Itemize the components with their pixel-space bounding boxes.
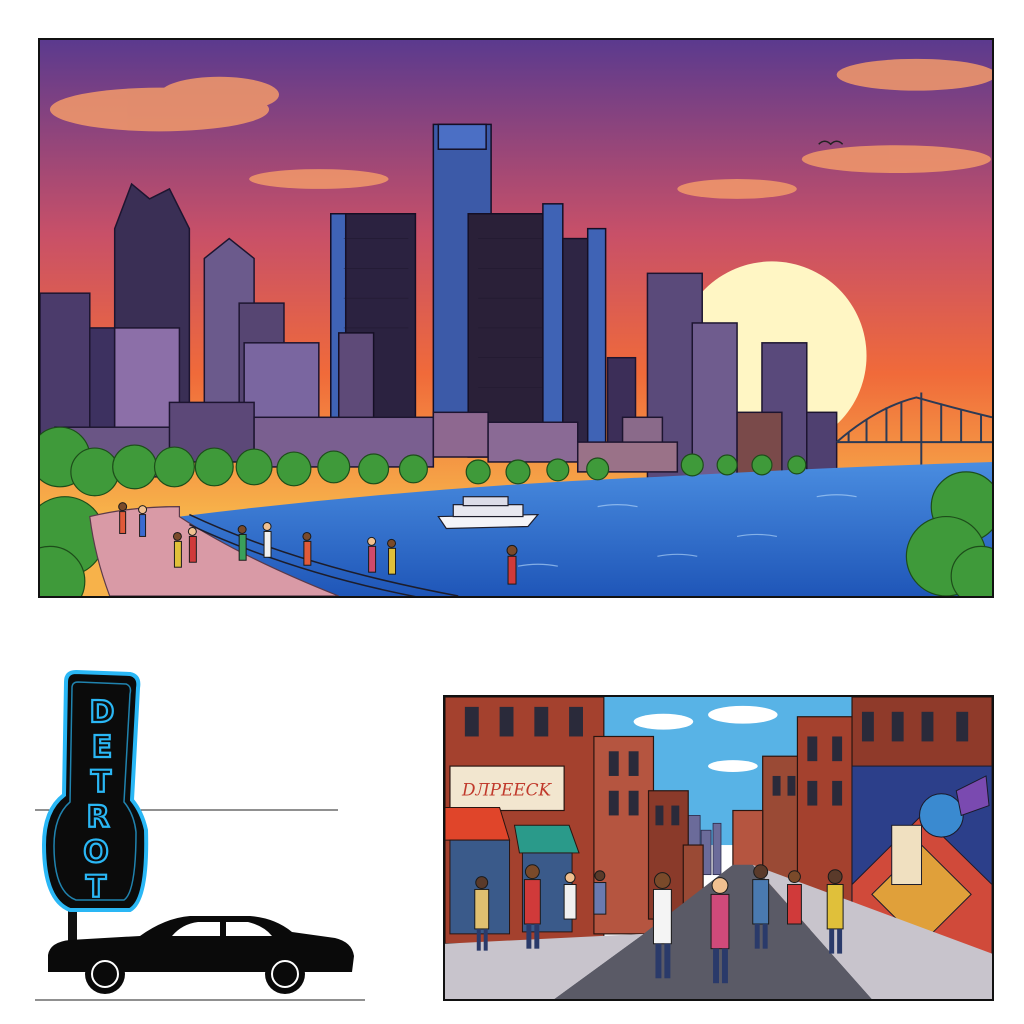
red-awning bbox=[445, 807, 511, 841]
teal-awning bbox=[513, 824, 580, 854]
street-illustration: DЛPEЕCK bbox=[445, 697, 992, 999]
skyline-illustration bbox=[40, 40, 992, 596]
sign-and-car-illustration: D E T R O T bbox=[35, 669, 365, 1001]
sign-letter: E bbox=[92, 730, 113, 765]
street-panel: DЛPEЕCK bbox=[443, 695, 994, 1001]
neon-sign-panel: D E T R O T bbox=[30, 660, 370, 1005]
sign-letter: T bbox=[91, 765, 112, 800]
sign-letter: R bbox=[86, 800, 109, 835]
storefront-sign-text: DЛPEЕCK bbox=[461, 780, 552, 800]
sign-letter: O bbox=[83, 835, 109, 870]
sign-letter: D bbox=[90, 695, 115, 730]
sign-letter: T bbox=[86, 870, 107, 905]
skyline-panel bbox=[38, 38, 994, 598]
